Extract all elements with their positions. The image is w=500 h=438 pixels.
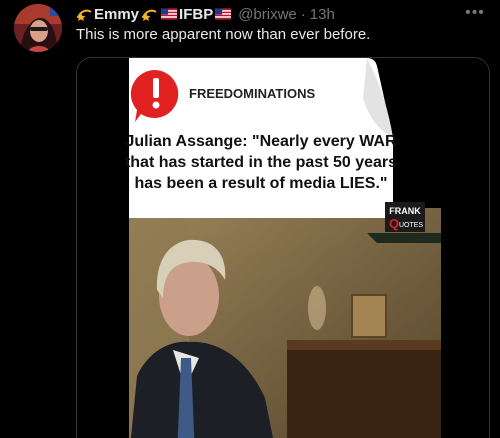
badge-line-2: UOTES [399,222,423,229]
quote-line-2: that has started in the past 50 years [125,154,397,171]
avatar[interactable] [14,4,62,52]
display-name[interactable]: Emmy [94,6,139,23]
us-flag-emoji [215,8,232,20]
tweet-media[interactable]: FREEDOMINATIONS Julian Assange: "Nearly … [76,57,490,438]
dizzy-star-emoji [76,9,92,21]
display-name-suffix[interactable]: IFBP [179,6,213,23]
quote-line-1: Julian Assange: "Nearly every WAR [125,133,397,150]
tweet-header: Emmy IFBP @brixwe · 13h [76,4,335,24]
video-frame [129,208,441,438]
tweet-text: This is more apparent now than ever befo… [76,26,371,43]
user-handle[interactable]: @brixwe [238,6,297,23]
separator-dot: · [300,5,306,23]
more-icon[interactable]: ••• [464,5,486,21]
dizzy-star-emoji [141,9,157,21]
badge-letter: Q [389,216,399,231]
us-flag-emoji [161,8,178,20]
badge-line-1: FRANK [389,206,421,216]
brand-text: FREEDOMINATIONS [189,86,315,101]
timestamp[interactable]: 13h [310,6,335,23]
frank-quotes-badge: FRANK Q UOTES [385,202,425,232]
quote-line-3: has been a result of media LIES." [135,175,388,192]
tweet[interactable]: Emmy IFBP @brixwe · 13h ••• This is more… [0,0,500,438]
